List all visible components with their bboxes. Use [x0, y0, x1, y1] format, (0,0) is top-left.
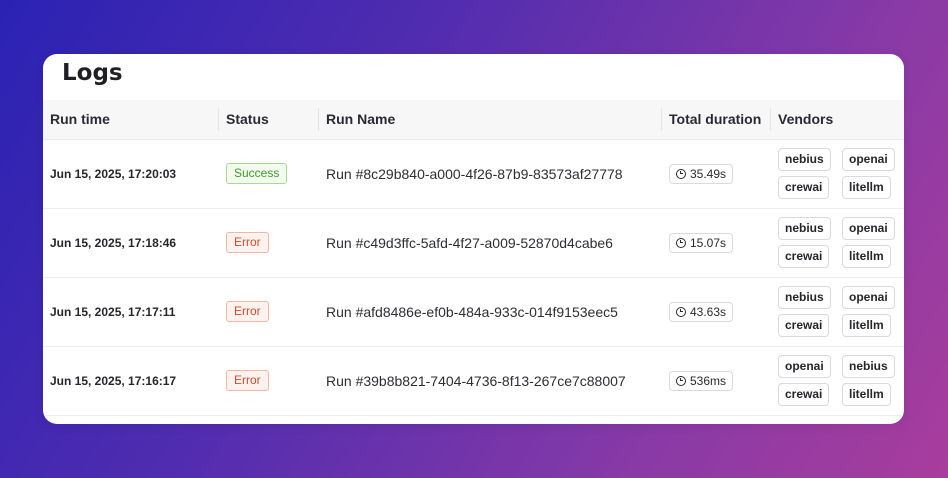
column-header-total-duration[interactable]: Total duration — [661, 100, 770, 140]
vendor-tag: litellm — [842, 314, 891, 337]
duration-badge: 35.49s — [669, 163, 734, 184]
vendor-tag: litellm — [842, 176, 891, 199]
vendor-tag: nebius — [778, 148, 831, 171]
vendor-tag: openai — [842, 286, 895, 309]
status-cell: Success — [218, 139, 318, 208]
vendor-tag: nebius — [778, 217, 831, 240]
column-divider — [770, 108, 771, 131]
run-time-cell: Jun 15, 2025, 17:18:46 — [50, 235, 177, 250]
run-name-cell[interactable]: Run #8c29b840-a000-4f26-87b9-83573af2777… — [318, 139, 661, 208]
column-header-label: Vendors — [778, 111, 834, 128]
duration-badge: 15.07s — [669, 232, 734, 253]
duration-badge: 536ms — [669, 370, 734, 391]
column-header-status[interactable]: Status — [218, 100, 318, 140]
vendors-cell: nebius openai crewai litellm — [770, 208, 904, 277]
duration-value: 43.63s — [690, 304, 727, 319]
clock-icon — [676, 306, 686, 317]
run-name-cell[interactable]: Run #afd8486e-ef0b-484a-933c-014f9153eec… — [318, 277, 661, 346]
column-header-label: Run Name — [326, 111, 396, 128]
vendor-tag: crewai — [778, 314, 830, 337]
column-divider — [218, 108, 219, 131]
duration-cell: 35.49s — [661, 139, 770, 208]
column-header-label: Total duration — [669, 111, 762, 128]
duration-value: 15.07s — [690, 235, 727, 250]
table-row[interactable]: Jun 15, 2025, 17:20:03 Success Run #8c29… — [43, 139, 904, 208]
table-row[interactable]: Jun 15, 2025, 17:18:46 Error Run #c49d3f… — [43, 208, 904, 277]
run-time-cell: Jun 15, 2025, 17:20:03 — [50, 166, 177, 181]
status-badge: Error — [226, 232, 269, 253]
column-divider — [661, 108, 662, 131]
vendor-tag: openai — [842, 148, 895, 171]
clock-icon — [676, 237, 686, 248]
column-header-label: Status — [226, 111, 269, 128]
table-row[interactable]: Jun 15, 2025, 17:17:11 Error Run #afd848… — [43, 277, 904, 346]
vendor-tag: nebius — [778, 286, 831, 309]
run-time-cell: Jun 15, 2025, 17:17:11 — [50, 304, 176, 319]
vendors-cell: nebius openai crewai litellm — [770, 139, 904, 208]
column-header-vendors[interactable]: Vendors — [770, 100, 904, 140]
vendor-tag: nebius — [842, 355, 895, 378]
status-badge: Success — [226, 163, 288, 184]
duration-value: 536ms — [690, 373, 727, 388]
column-divider — [318, 108, 319, 131]
duration-value: 35.49s — [690, 166, 727, 181]
duration-cell: 15.07s — [661, 208, 770, 277]
duration-badge: 43.63s — [669, 301, 734, 322]
duration-cell: 536ms — [661, 346, 770, 415]
vendor-tag: crewai — [778, 176, 830, 199]
status-badge: Error — [226, 370, 269, 391]
duration-cell: 43.63s — [661, 277, 770, 346]
clock-icon — [676, 168, 686, 179]
run-name-cell[interactable]: Run #39b8b821-7404-4736-8f13-267ce7c8800… — [318, 346, 661, 415]
clock-icon — [676, 375, 686, 386]
status-cell: Error — [218, 208, 318, 277]
vendor-tag: litellm — [842, 245, 891, 268]
run-name-cell[interactable]: Run #c49d3ffc-5afd-4f27-a009-52870d4cabe… — [318, 208, 661, 277]
column-header-run-name[interactable]: Run Name — [318, 100, 661, 140]
logs-table: Run time Status Run Name Total duration … — [43, 100, 904, 416]
table-header-row: Run time Status Run Name Total duration … — [43, 100, 904, 140]
vendors-cell: nebius openai crewai litellm — [770, 277, 904, 346]
run-time-cell: Jun 15, 2025, 17:16:17 — [50, 373, 177, 388]
logs-card: Logs Run time Status Run Name Total dura… — [43, 54, 904, 424]
vendor-tag: crewai — [778, 245, 830, 268]
status-badge: Error — [226, 301, 269, 322]
column-header-run-time[interactable]: Run time — [43, 100, 218, 140]
status-cell: Error — [218, 346, 318, 415]
vendor-tag: openai — [842, 217, 895, 240]
vendors-cell: openai nebius crewai litellm — [770, 346, 904, 415]
vendor-tag: crewai — [778, 383, 830, 406]
vendor-tag: litellm — [842, 383, 891, 406]
page-title: Logs — [62, 60, 123, 86]
status-cell: Error — [218, 277, 318, 346]
vendor-tag: openai — [778, 355, 831, 378]
table-row[interactable]: Jun 15, 2025, 17:16:17 Error Run #39b8b8… — [43, 346, 904, 415]
